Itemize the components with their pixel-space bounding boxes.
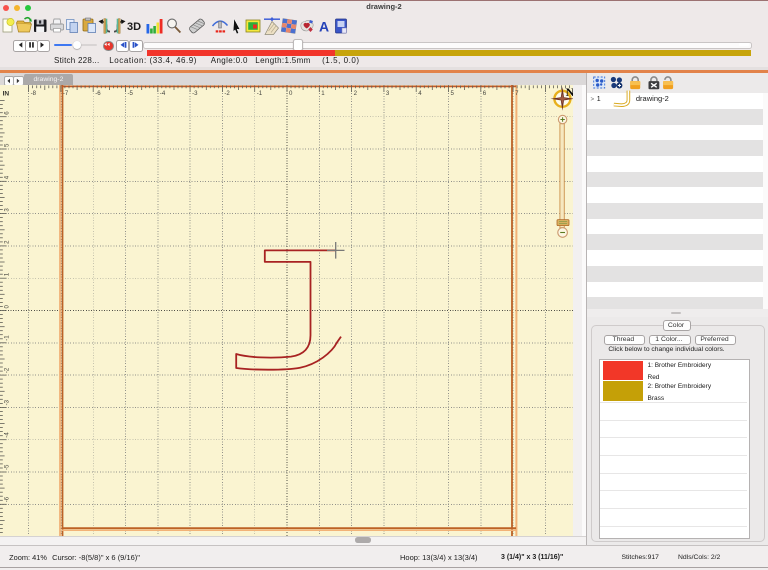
svg-text:7: 7 <box>515 89 519 96</box>
svg-text:-2: -2 <box>224 89 230 96</box>
svg-text:0: 0 <box>289 89 293 96</box>
svg-text:4: 4 <box>4 175 11 179</box>
svg-text:-1: -1 <box>4 334 11 340</box>
svg-text:5: 5 <box>451 89 455 96</box>
svg-text:4: 4 <box>418 89 422 96</box>
svg-text:-3: -3 <box>4 399 11 405</box>
svg-text:0: 0 <box>4 304 11 308</box>
svg-text:6: 6 <box>483 89 487 96</box>
svg-text:2: 2 <box>4 239 11 243</box>
svg-text:3D: 3D <box>127 21 141 33</box>
svg-text:-4: -4 <box>4 431 11 437</box>
svg-text:-2: -2 <box>4 367 11 373</box>
svg-text:-8: -8 <box>31 89 37 96</box>
svg-text:-6: -6 <box>4 496 11 502</box>
svg-text:-5: -5 <box>4 464 11 470</box>
svg-text:1: 1 <box>4 272 11 276</box>
svg-text:5: 5 <box>4 143 11 147</box>
svg-text:3: 3 <box>4 207 11 211</box>
svg-text:-3: -3 <box>192 89 198 96</box>
svg-text:2: 2 <box>354 89 358 96</box>
svg-text:-4: -4 <box>160 89 166 96</box>
svg-text:IN: IN <box>3 90 10 97</box>
svg-text:-6: -6 <box>95 89 101 96</box>
svg-text:3: 3 <box>386 89 390 96</box>
svg-text:-7: -7 <box>63 89 69 96</box>
svg-text:A: A <box>319 19 329 35</box>
svg-text:1: 1 <box>321 89 325 96</box>
svg-text:-1: -1 <box>257 89 263 96</box>
svg-text:-5: -5 <box>128 89 134 96</box>
svg-text:6: 6 <box>4 110 11 114</box>
